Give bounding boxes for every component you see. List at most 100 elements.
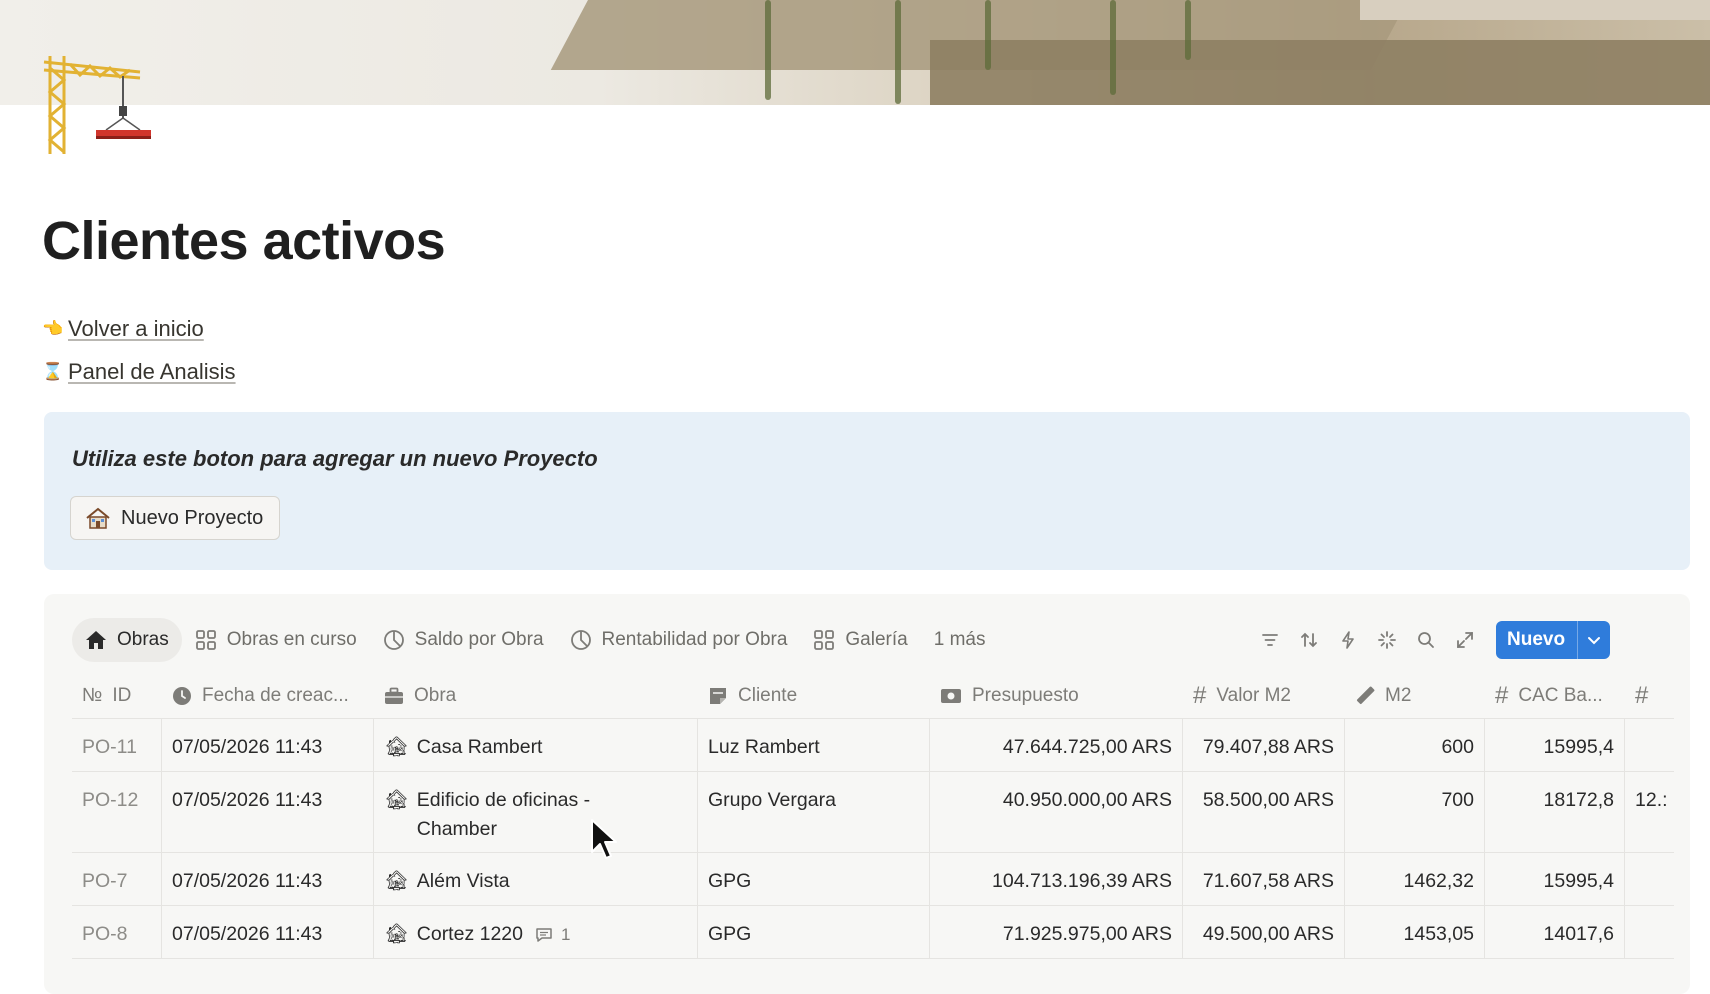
column-header-id[interactable]: № ID [72, 674, 162, 718]
cell-cac: 14017,6 [1485, 906, 1625, 958]
table-row[interactable]: PO-8 07/05/2026 11:43 🏚 Cortez 1220 1 GP… [72, 906, 1674, 959]
tab-rentabilidad-por-obra[interactable]: Rentabilidad por Obra [557, 618, 801, 662]
number-hash-icon: # [1635, 682, 1649, 709]
cell-cliente: GPG [698, 853, 930, 905]
hourglass-icon: ⌛ [42, 362, 64, 381]
money-icon [941, 689, 961, 703]
column-header-cac[interactable]: # CAC Ba... [1485, 674, 1625, 718]
cell-presupuesto: 104.713.196,39 ARS [930, 853, 1183, 905]
tab-more-views[interactable]: 1 más [921, 618, 999, 662]
ruler-icon [1356, 686, 1375, 705]
cell-m2: 1462,32 [1345, 853, 1485, 905]
cell-cliente: Luz Rambert [698, 719, 930, 771]
cell-fecha: 07/05/2026 11:43 [162, 906, 374, 958]
link-label: Volver a inicio [68, 316, 204, 341]
sort-icon[interactable] [1296, 628, 1321, 653]
house-icon: 🏚 [384, 789, 409, 811]
filter-icon[interactable] [1257, 628, 1282, 653]
table-row[interactable]: PO-11 07/05/2026 11:43 🏚 Casa Rambert Luz… [72, 719, 1674, 772]
note-icon [710, 688, 726, 704]
tab-obras-en-curso[interactable]: Obras en curso [182, 618, 370, 662]
cell-extra: 12.: [1635, 789, 1668, 811]
house-icon: 🏚 [384, 736, 409, 758]
column-header-valor-m2[interactable]: # Valor M2 [1183, 674, 1345, 718]
view-tabs: Obras Obras en curso Saldo por Obra Rent… [72, 618, 998, 662]
new-button-label: Nuevo [1507, 629, 1566, 650]
column-header-m2[interactable]: M2 [1345, 674, 1485, 718]
cell-fecha: 07/05/2026 11:43 [162, 719, 374, 771]
gallery-icon [814, 630, 835, 650]
construction-crane-icon[interactable] [40, 48, 155, 158]
gallery-icon [195, 630, 216, 650]
cell-valor-m2: 49.500,00 ARS [1183, 906, 1345, 958]
cell-id: PO-8 [72, 906, 162, 958]
column-header-obra[interactable]: Obra [374, 674, 698, 718]
link-panel-de-analisis[interactable]: ⌛ Panel de Analisis [42, 359, 236, 385]
callout-block: Utiliza este boton para agregar un nuevo… [44, 412, 1690, 570]
house-icon: 🏚 [384, 923, 409, 945]
pie-chart-icon [383, 630, 404, 650]
cell-m2: 700 [1345, 772, 1485, 852]
link-label: Panel de Analisis [68, 359, 236, 384]
cell-id: PO-7 [72, 853, 162, 905]
tab-obras[interactable]: Obras [72, 618, 182, 662]
pointing-hand-icon: 👈 [42, 319, 64, 338]
cell-obra[interactable]: 🏚 Casa Rambert [374, 719, 698, 771]
number-icon: № [82, 685, 103, 706]
callout-text: Utiliza este boton para agregar un nuevo… [72, 446, 598, 471]
cell-extra [1625, 719, 1674, 771]
database-view: Obras Obras en curso Saldo por Obra Rent… [44, 594, 1690, 994]
comment-icon[interactable] [535, 926, 553, 944]
comment-count: 1 [561, 925, 571, 944]
column-header-cliente[interactable]: Cliente [698, 674, 930, 718]
page-cover-image[interactable] [0, 0, 1710, 105]
search-icon[interactable] [1413, 628, 1438, 653]
nuevo-proyecto-button[interactable]: Nuevo Proyecto [70, 496, 281, 540]
column-header-extra[interactable]: # [1625, 674, 1674, 718]
cell-fecha: 07/05/2026 11:43 [162, 853, 374, 905]
cell-valor-m2: 71.607,58 ARS [1183, 853, 1345, 905]
cell-cliente: Grupo Vergara [698, 772, 930, 852]
link-volver-a-inicio[interactable]: 👈 Volver a inicio [42, 316, 204, 342]
column-header-fecha[interactable]: Fecha de creac... [162, 674, 374, 718]
automation-icon[interactable] [1335, 628, 1360, 653]
table-row[interactable]: PO-12 07/05/2026 11:43 🏚 Edificio de ofic… [72, 772, 1674, 853]
cell-presupuesto: 71.925.975,00 ARS [930, 906, 1183, 958]
house-icon [86, 507, 110, 529]
expand-icon[interactable] [1452, 628, 1477, 653]
cell-id: PO-11 [72, 719, 162, 771]
mouse-cursor-icon [591, 819, 617, 859]
cell-extra [1625, 853, 1674, 905]
cell-m2: 600 [1345, 719, 1485, 771]
cell-cac: 15995,4 [1485, 719, 1625, 771]
page-title: Clientes activos [42, 211, 446, 271]
briefcase-icon [385, 687, 403, 704]
new-item-button[interactable]: Nuevo [1496, 621, 1610, 659]
cell-obra[interactable]: 🏚 Além Vista [374, 853, 698, 905]
home-icon [86, 631, 106, 649]
cell-cliente: GPG [698, 906, 930, 958]
view-toolbar [1257, 618, 1516, 662]
number-hash-icon: # [1495, 682, 1509, 709]
cell-fecha: 07/05/2026 11:43 [162, 772, 374, 852]
number-hash-icon: # [1193, 682, 1207, 709]
cell-obra[interactable]: 🏚 Cortez 1220 1 [374, 906, 698, 958]
cell-cac: 15995,4 [1485, 853, 1625, 905]
cell-m2: 1453,05 [1345, 906, 1485, 958]
cell-presupuesto: 40.950.000,00 ARS [930, 772, 1183, 852]
cell-extra [1625, 906, 1674, 958]
data-table: № ID Fecha de creac... Obra Cliente Pres… [72, 674, 1674, 959]
tab-galeria[interactable]: Galería [800, 618, 920, 662]
table-row[interactable]: PO-7 07/05/2026 11:43 🏚 Além Vista GPG 10… [72, 853, 1674, 906]
pie-chart-icon [570, 630, 591, 650]
tab-saldo-por-obra[interactable]: Saldo por Obra [370, 618, 557, 662]
cell-presupuesto: 47.644.725,00 ARS [930, 719, 1183, 771]
cell-obra[interactable]: 🏚 Edificio de oficinas - Chamber [374, 772, 698, 852]
chevron-down-icon[interactable] [1578, 632, 1610, 648]
column-header-presupuesto[interactable]: Presupuesto [930, 674, 1183, 718]
cell-cac: 18172,8 [1485, 772, 1625, 852]
house-icon: 🏚 [384, 870, 409, 892]
sparkle-icon[interactable] [1374, 628, 1399, 653]
cell-valor-m2: 79.407,88 ARS [1183, 719, 1345, 771]
cell-id: PO-12 [72, 772, 162, 852]
